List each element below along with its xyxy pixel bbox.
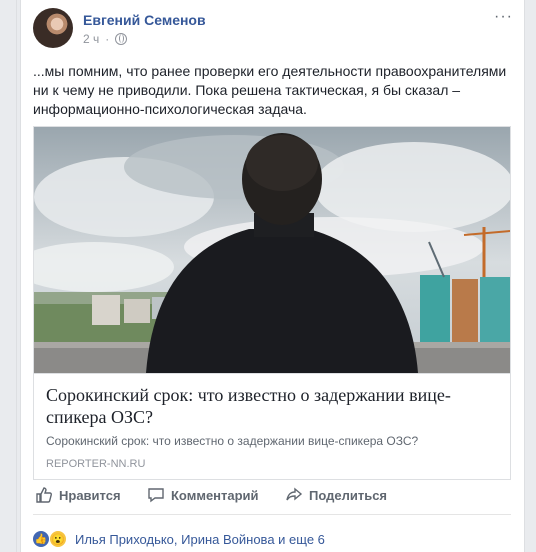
post-text: ...мы помним, что ранее проверки его дея… (33, 63, 507, 117)
wow-reaction-icon: 😮 (49, 530, 67, 548)
reactions-summary[interactable]: 👍 😮 Илья Приходько, Ирина Войнова и еще … (33, 528, 511, 550)
link-preview[interactable]: Сорокинский срок: что известно о задержа… (33, 126, 511, 480)
post-card: Евгений Семенов 2 ч · ··· ...мы помним, … (20, 0, 525, 552)
comment-icon (148, 488, 164, 503)
share-icon (286, 487, 303, 501)
link-domain: REPORTER-NN.RU (46, 458, 146, 470)
link-description: Сорокинский срок: что известно о задержа… (46, 434, 419, 448)
author-name[interactable]: Евгений Семенов (83, 12, 206, 28)
post-time[interactable]: 2 ч (83, 32, 99, 46)
like-reaction-icon: 👍 (33, 531, 49, 547)
like-button[interactable]: Нравится (35, 486, 121, 504)
more-options-icon[interactable]: ··· (494, 9, 513, 25)
post-meta: 2 ч · (83, 32, 128, 46)
like-label: Нравится (59, 487, 121, 503)
reaction-names[interactable]: Илья Приходько, Ирина Войнова и еще 6 (75, 532, 325, 547)
link-preview-image[interactable] (34, 127, 510, 373)
post-header: Евгений Семенов 2 ч · ··· (33, 8, 513, 54)
globe-icon[interactable] (115, 33, 128, 45)
post-actions: Нравится Комментарий Поделиться (33, 486, 511, 515)
author-avatar[interactable] (33, 8, 73, 48)
share-button[interactable]: Поделиться (285, 486, 387, 504)
comment-label: Комментарий (171, 487, 259, 503)
left-side-strip (0, 0, 17, 552)
link-title[interactable]: Сорокинский срок: что известно о задержа… (46, 384, 498, 428)
meta-separator: · (105, 32, 110, 46)
link-body[interactable]: Сорокинский срок: что известно о задержа… (34, 373, 510, 479)
share-label: Поделиться (309, 487, 388, 503)
comment-button[interactable]: Комментарий (147, 486, 259, 504)
thumbs-up-icon (36, 487, 52, 503)
